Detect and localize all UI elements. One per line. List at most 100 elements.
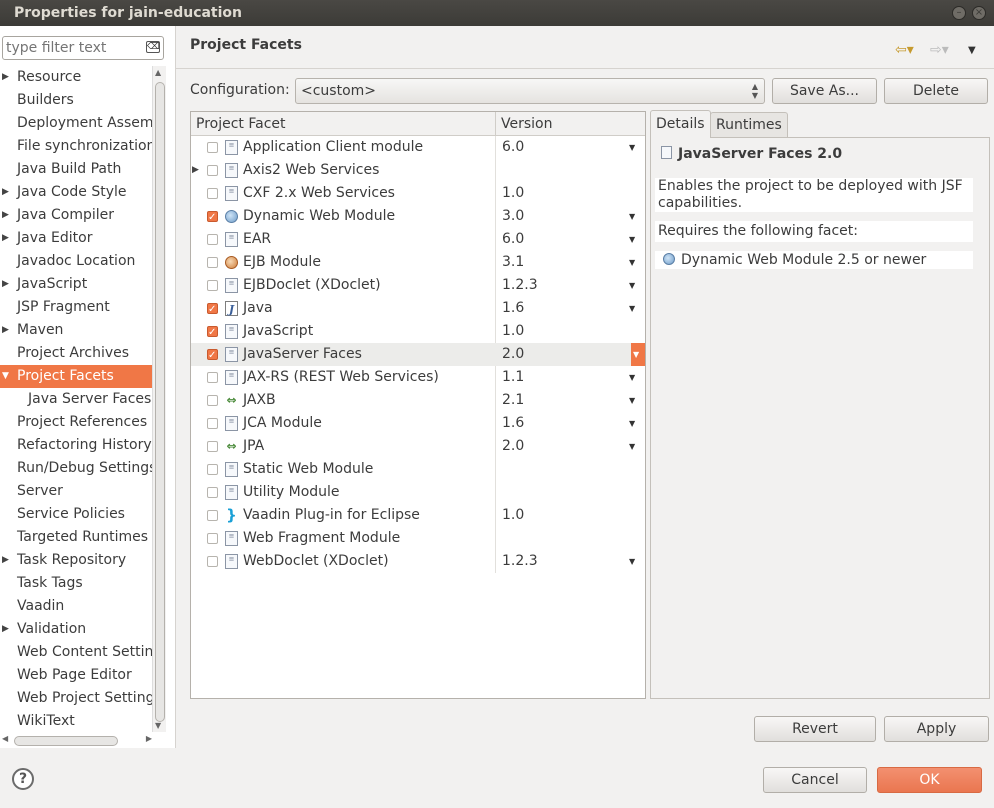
facet-checkbox[interactable] bbox=[207, 510, 218, 521]
version-dropdown-icon[interactable]: ▼ bbox=[629, 297, 635, 320]
tree-item[interactable]: Deployment Assembly bbox=[0, 112, 152, 135]
tree-item[interactable]: ▶ Task Repository bbox=[0, 549, 152, 572]
tree-item[interactable]: Vaadin bbox=[0, 595, 152, 618]
save-as-button[interactable]: Save As... bbox=[772, 78, 877, 104]
table-row[interactable]: Dynamic Web Module 3.0 ▼ bbox=[191, 205, 645, 229]
table-row[interactable]: ≡ Application Client module 6.0 ▼ bbox=[191, 136, 645, 159]
tree-item[interactable]: WikiText bbox=[0, 710, 152, 733]
facet-checkbox[interactable] bbox=[207, 234, 218, 245]
tree-item[interactable]: ▶ Resource bbox=[0, 66, 152, 89]
back-arrow-icon[interactable]: ⇦▾ bbox=[895, 42, 914, 58]
scroll-up-arrow-icon[interactable]: ▲ bbox=[155, 68, 161, 77]
table-row[interactable]: EJB Module 3.1 ▼ bbox=[191, 251, 645, 274]
forward-arrow-icon[interactable]: ⇨▾ bbox=[930, 42, 949, 58]
table-row[interactable]: ≡ EJBDoclet (XDoclet) 1.2.3 ▼ bbox=[191, 274, 645, 297]
tree-item[interactable]: Java Build Path bbox=[0, 158, 152, 181]
table-row[interactable]: J Java 1.6 ▼ bbox=[191, 297, 645, 321]
apply-button[interactable]: Apply bbox=[884, 716, 989, 742]
view-menu-icon[interactable]: ▼ bbox=[968, 45, 976, 56]
table-row[interactable]: ≡ JavaServer Faces 2.0 ▼ bbox=[191, 343, 645, 367]
tree-item[interactable]: ▶ Java Code Style bbox=[0, 181, 152, 204]
collapsed-arrow-icon[interactable]: ▶ bbox=[2, 273, 9, 296]
version-dropdown-icon[interactable]: ▼ bbox=[629, 205, 635, 228]
facet-checkbox[interactable] bbox=[207, 280, 218, 291]
facet-checkbox[interactable] bbox=[207, 257, 218, 268]
revert-button[interactable]: Revert bbox=[754, 716, 876, 742]
table-row[interactable]: ≡ CXF 2.x Web Services 1.0 bbox=[191, 182, 645, 205]
delete-button[interactable]: Delete bbox=[884, 78, 988, 104]
table-row[interactable]: ≡ Static Web Module bbox=[191, 458, 645, 481]
facet-checkbox[interactable] bbox=[207, 372, 218, 383]
collapsed-arrow-icon[interactable]: ▶ bbox=[2, 618, 9, 641]
collapsed-arrow-icon[interactable]: ▶ bbox=[2, 181, 9, 204]
version-dropdown-icon[interactable]: ▼ bbox=[629, 366, 635, 389]
version-dropdown-icon[interactable]: ▼ bbox=[629, 228, 635, 251]
tree-item[interactable]: ▶ Maven bbox=[0, 319, 152, 342]
tree-item[interactable]: Targeted Runtimes bbox=[0, 526, 152, 549]
tree-item[interactable]: File synchronization bbox=[0, 135, 152, 158]
facet-checkbox[interactable] bbox=[207, 395, 218, 406]
facet-checkbox[interactable] bbox=[207, 464, 218, 475]
version-dropdown-icon[interactable]: ▼ bbox=[629, 251, 635, 274]
facet-checkbox[interactable] bbox=[207, 206, 218, 229]
version-dropdown-icon[interactable]: ▼ bbox=[629, 274, 635, 297]
cancel-button[interactable]: Cancel bbox=[763, 767, 867, 793]
clear-filter-icon[interactable]: ⌫ bbox=[146, 41, 160, 53]
tab-runtimes[interactable]: Runtimes bbox=[710, 112, 788, 137]
collapsed-arrow-icon[interactable]: ▶ bbox=[2, 549, 9, 572]
tree-item[interactable]: Server bbox=[0, 480, 152, 503]
tree-vertical-scroll-thumb[interactable] bbox=[155, 82, 165, 722]
minimize-button[interactable]: – bbox=[952, 6, 966, 20]
table-row[interactable]: ≡ JAX-RS (REST Web Services) 1.1 ▼ bbox=[191, 366, 645, 389]
collapsed-arrow-icon[interactable]: ▶ bbox=[2, 204, 9, 227]
facet-checkbox[interactable] bbox=[207, 441, 218, 452]
facet-checkbox[interactable] bbox=[207, 142, 218, 153]
scroll-down-arrow-icon[interactable]: ▼ bbox=[155, 721, 161, 730]
facet-checkbox[interactable] bbox=[207, 418, 218, 429]
version-dropdown-icon[interactable]: ▼ bbox=[633, 343, 639, 366]
version-dropdown-icon[interactable]: ▼ bbox=[629, 389, 635, 412]
tree-horizontal-scroll-thumb[interactable] bbox=[14, 736, 118, 746]
tree-item[interactable]: Refactoring History bbox=[0, 434, 152, 457]
facet-checkbox[interactable] bbox=[207, 188, 218, 199]
filter-input[interactable] bbox=[6, 38, 144, 58]
tree-item[interactable]: Java Server Faces bbox=[0, 388, 152, 411]
collapsed-arrow-icon[interactable]: ▶ bbox=[2, 319, 9, 342]
table-row[interactable]: ⇔ JPA 2.0 ▼ bbox=[191, 435, 645, 458]
table-row[interactable]: ≡ Web Fragment Module bbox=[191, 527, 645, 550]
version-dropdown-icon[interactable]: ▼ bbox=[629, 136, 635, 159]
tab-details[interactable]: Details bbox=[650, 110, 711, 138]
tree-item[interactable]: Project References bbox=[0, 411, 152, 434]
close-window-button[interactable]: × bbox=[972, 6, 986, 20]
table-row[interactable]: ≡ JavaScript 1.0 bbox=[191, 320, 645, 344]
facet-checkbox[interactable] bbox=[207, 321, 218, 344]
version-dropdown-icon[interactable]: ▼ bbox=[629, 550, 635, 573]
facet-checkbox[interactable] bbox=[207, 165, 218, 176]
help-icon[interactable]: ? bbox=[12, 768, 34, 790]
ok-button[interactable]: OK bbox=[877, 767, 982, 793]
tree-item[interactable]: ▼ Project Facets bbox=[0, 365, 152, 388]
tree-horizontal-scrollbar[interactable]: ◀ ▶ bbox=[2, 734, 152, 748]
tree-item[interactable]: ▶ JavaScript bbox=[0, 273, 152, 296]
tree-item[interactable]: ▶ Java Editor bbox=[0, 227, 152, 250]
facet-checkbox[interactable] bbox=[207, 298, 218, 321]
tree-item[interactable]: Task Tags bbox=[0, 572, 152, 595]
tree-item[interactable]: Web Project Settings bbox=[0, 687, 152, 710]
tree-item[interactable]: Builders bbox=[0, 89, 152, 112]
tree-item[interactable]: ▶ Validation bbox=[0, 618, 152, 641]
table-row[interactable]: ≡ WebDoclet (XDoclet) 1.2.3 ▼ bbox=[191, 550, 645, 573]
collapsed-arrow-icon[interactable]: ▶ bbox=[2, 66, 9, 89]
collapsed-arrow-icon[interactable]: ▶ bbox=[192, 159, 199, 182]
table-row[interactable]: ≡ EAR 6.0 ▼ bbox=[191, 228, 645, 251]
facet-checkbox[interactable] bbox=[207, 487, 218, 498]
facet-checkbox[interactable] bbox=[207, 556, 218, 567]
table-row[interactable]: ▶ ≡ Axis2 Web Services bbox=[191, 159, 645, 182]
tree-item[interactable]: Web Content Settings bbox=[0, 641, 152, 664]
table-row[interactable]: ≡ Utility Module bbox=[191, 481, 645, 504]
scroll-left-arrow-icon[interactable]: ◀ bbox=[2, 734, 8, 743]
tree-vertical-scrollbar[interactable]: ▲ ▼ bbox=[152, 66, 166, 732]
scroll-right-arrow-icon[interactable]: ▶ bbox=[146, 734, 152, 743]
table-row[interactable]: } Vaadin Plug-in for Eclipse 1.0 bbox=[191, 504, 645, 527]
column-header-facet[interactable]: Project Facet bbox=[191, 112, 495, 136]
tree-item[interactable]: JSP Fragment bbox=[0, 296, 152, 319]
